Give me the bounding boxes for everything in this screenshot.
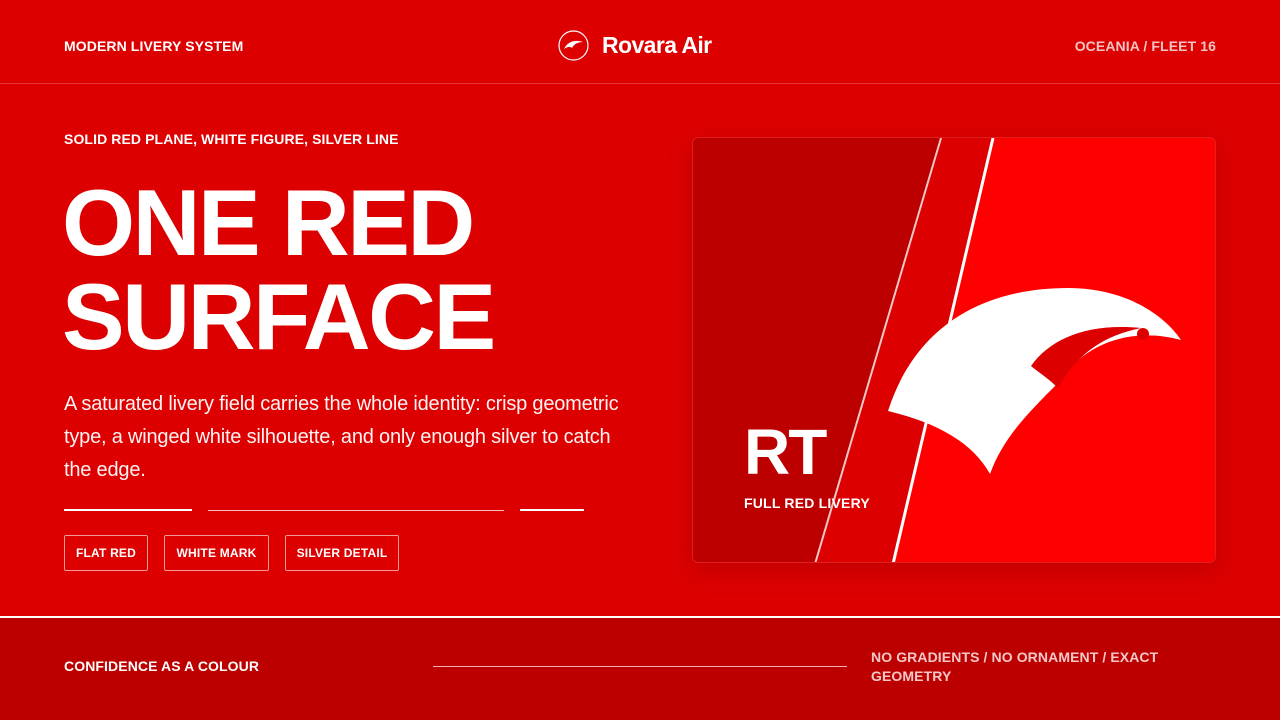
accent-rule-tiny <box>520 509 584 511</box>
accent-rule-short <box>64 509 192 511</box>
chip-white-mark[interactable]: WHITE MARK <box>164 535 269 571</box>
brand-name: Rovara Air <box>602 31 712 58</box>
hero-headline: ONE RED SURFACE <box>62 170 496 369</box>
hero-body: A saturated livery field carries the who… <box>64 393 619 481</box>
chip-flat-red[interactable]: FLAT RED <box>64 535 148 571</box>
chip-silver-detail[interactable]: SILVER DETAIL <box>285 535 399 571</box>
footer-divider <box>433 666 847 667</box>
hero-eyebrow: SOLID RED PLANE, WHITE FIGURE, SILVER LI… <box>64 131 399 147</box>
headline-line-2: SURFACE <box>62 264 496 369</box>
livery-preview-card: RT FULL RED LIVERY <box>692 137 1216 563</box>
header-system-label: MODERN LIVERY SYSTEM <box>64 38 244 54</box>
winged-mark-icon <box>558 29 589 61</box>
brand-logo[interactable]: Rovara Air <box>558 29 712 61</box>
top-bar: MODERN LIVERY SYSTEM Rovara Air OCEANIA … <box>0 0 1280 84</box>
footer-principles: NO GRADIENTS / NO ORNAMENT / EXACT GEOME… <box>871 649 1159 684</box>
accent-rule-long <box>208 510 504 511</box>
footer-tagline: CONFIDENCE AS A COLOUR <box>64 658 260 674</box>
card-code: RT <box>744 416 827 488</box>
card-caption: FULL RED LIVERY <box>744 495 870 511</box>
headline-line-1: ONE RED <box>62 170 475 275</box>
header-region-label: OCEANIA / FLEET 16 <box>1074 38 1216 54</box>
footer-bar: CONFIDENCE AS A COLOUR NO GRADIENTS / NO… <box>0 616 1280 720</box>
